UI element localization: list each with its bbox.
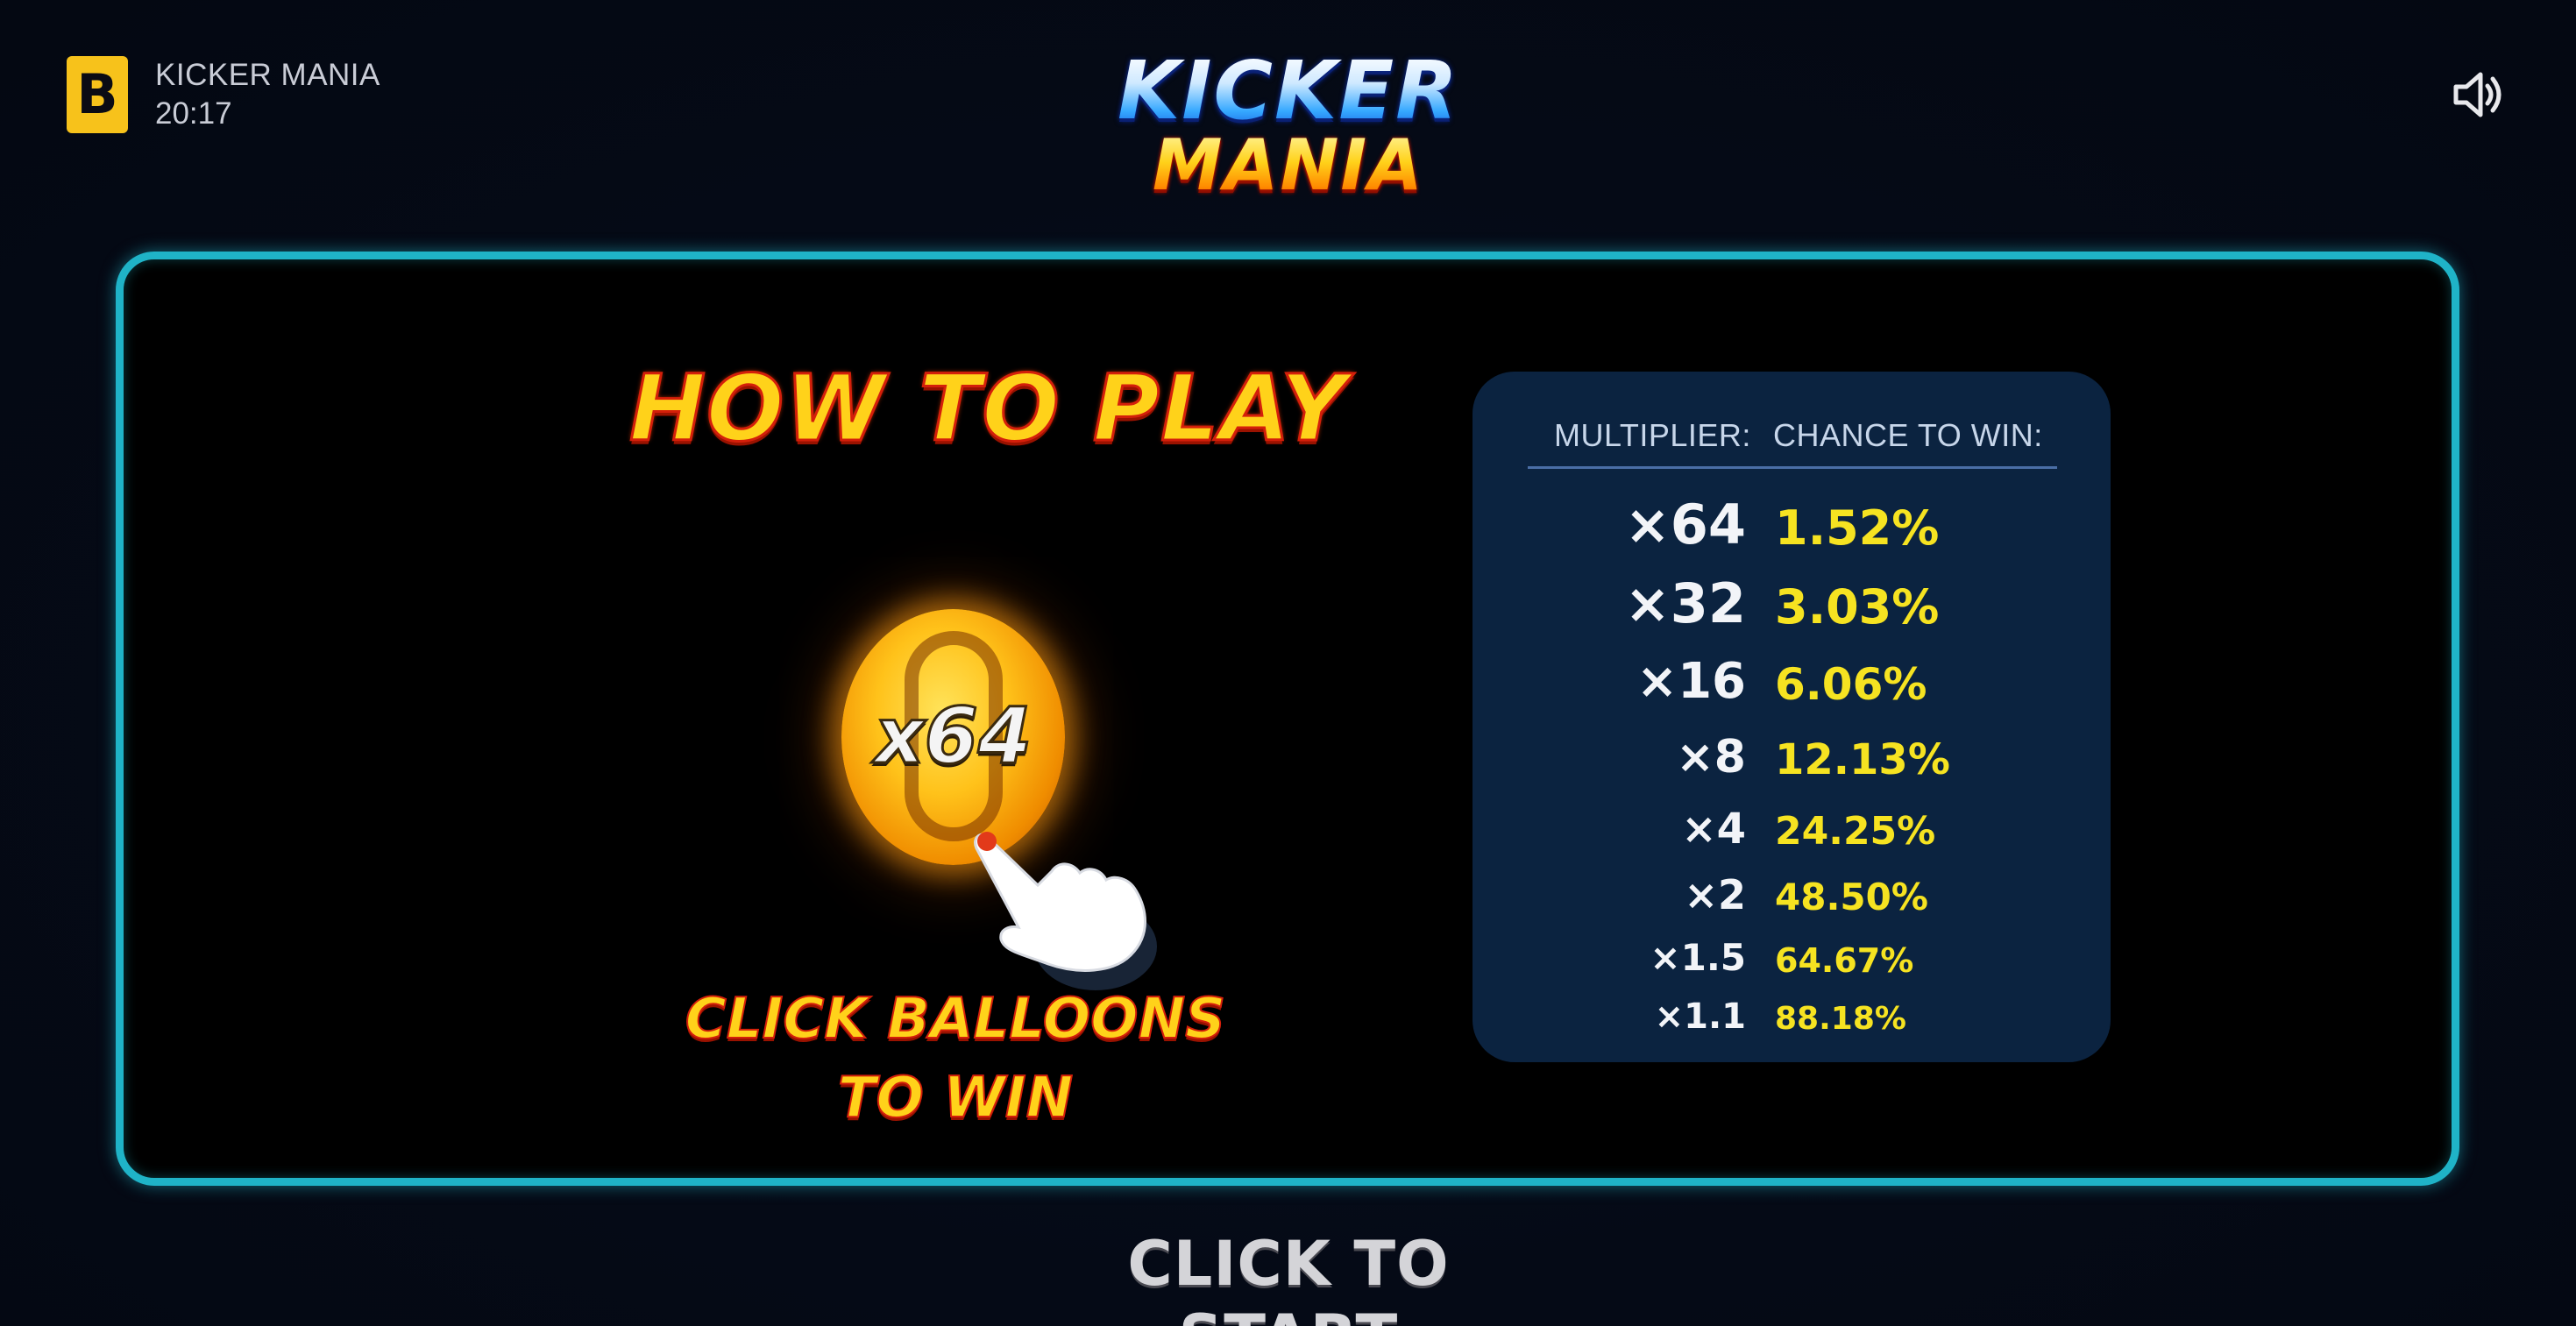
multiplier-value: ×32 xyxy=(1624,571,1746,635)
game-logo: KICKER MANIA xyxy=(1069,51,1508,209)
header-chance: CHANCE TO WIN: xyxy=(1773,417,2043,453)
multiplier-value: ×8 xyxy=(1676,731,1746,784)
instruction-line-1: CLICK BALLOONS xyxy=(685,986,1226,1053)
pointing-hand-icon xyxy=(974,832,1157,990)
multiplier-value: ×1.1 xyxy=(1654,996,1746,1037)
balloon-multiplier-label: x64 xyxy=(873,691,1033,781)
odds-table-header: MULTIPLIER: CHANCE TO WIN: xyxy=(1473,417,2111,461)
game-title: KICKER MANIA xyxy=(155,58,380,92)
chance-value: 24.25% xyxy=(1775,809,1936,854)
multiplier-value: ×2 xyxy=(1684,871,1746,918)
logo-line-mania: MANIA xyxy=(1069,130,1508,202)
multiplier-value: ×4 xyxy=(1681,805,1746,854)
instruction-line-2: TO WIN xyxy=(837,1065,1074,1131)
odds-table: MULTIPLIER: CHANCE TO WIN: ×64 1.52% ×32… xyxy=(1473,372,2111,1062)
multiplier-value: ×16 xyxy=(1636,653,1746,710)
chance-value: 3.03% xyxy=(1775,579,1940,635)
brand-logo: B xyxy=(67,56,128,133)
instruction-text: CLICK BALLOONS TO WIN xyxy=(640,980,1271,1138)
multiplier-value: ×1.5 xyxy=(1650,936,1746,979)
how-to-play-title: HOW TO PLAY xyxy=(628,355,1348,463)
clock: 20:17 xyxy=(155,96,232,131)
start-button[interactable]: CLICK TO START xyxy=(1017,1227,1560,1326)
chance-value: 64.67% xyxy=(1775,941,1914,980)
logo-line-kicker: KICKER xyxy=(1069,51,1508,131)
header-divider xyxy=(1528,466,2057,469)
chance-value: 12.13% xyxy=(1775,735,1950,784)
multiplier-value: ×64 xyxy=(1624,493,1746,557)
chance-value: 1.52% xyxy=(1775,500,1940,556)
speaker-icon xyxy=(2453,72,2501,117)
chance-value: 88.18% xyxy=(1775,1001,1906,1037)
sound-toggle-button[interactable] xyxy=(2451,68,2507,121)
chance-value: 48.50% xyxy=(1775,876,1928,918)
chance-value: 6.06% xyxy=(1775,659,1927,710)
header-multiplier: MULTIPLIER: xyxy=(1554,417,1751,453)
